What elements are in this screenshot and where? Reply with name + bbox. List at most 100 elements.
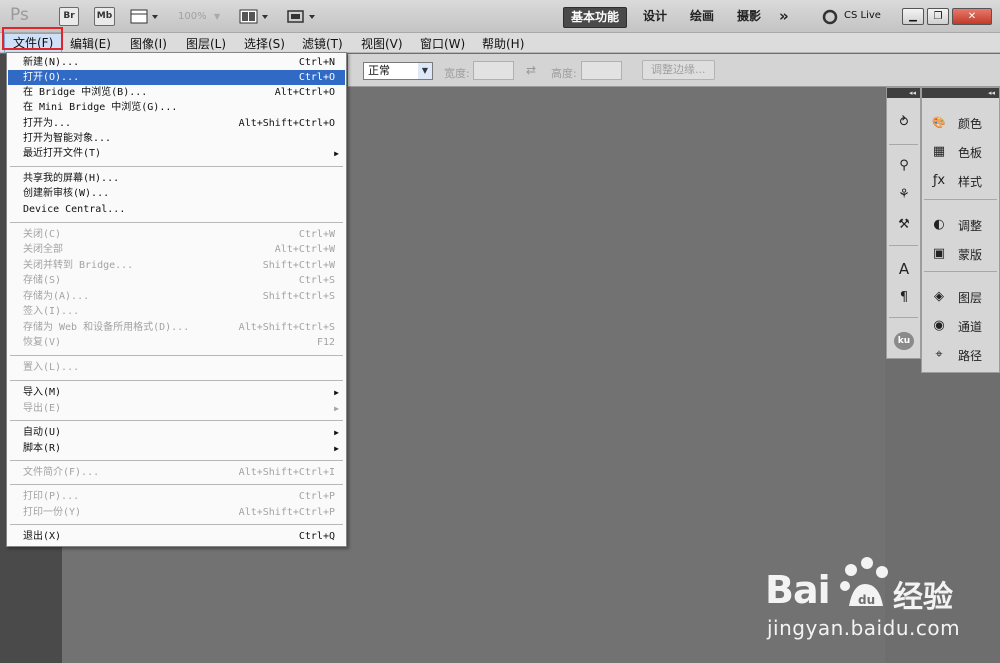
file-dropdown-menu: 新建(N)... Ctrl+N 打开(O)... Ctrl+O 在 Bridge 中浏览… xyxy=(6,52,347,547)
file-menu-item[interactable]: 导入(M) ▶ xyxy=(8,385,345,400)
minimize-button[interactable]: ▁ xyxy=(902,8,924,25)
menu-window[interactable]: 窗口(W) xyxy=(420,35,465,52)
bridge-button[interactable]: Br xyxy=(59,7,79,26)
file-menu-item-label: 恢复(V) xyxy=(23,337,62,348)
panel-tab[interactable]: ⌖ 路径 xyxy=(926,344,998,366)
file-menu-item-label: 创建新审核(W)... xyxy=(23,188,110,199)
file-menu-item[interactable]: 新建(N)... Ctrl+N xyxy=(8,55,345,70)
file-menu-item: 存储(S) Ctrl+S xyxy=(8,273,345,288)
file-menu-item[interactable]: 共享我的屏幕(H)... xyxy=(8,171,345,186)
palette-icon: 🎨 xyxy=(932,116,946,129)
file-menu-item[interactable]: 打开(O)... Ctrl+O xyxy=(8,70,345,85)
baidu-brand-text: Bai xyxy=(765,568,831,612)
close-button[interactable]: ✕ xyxy=(952,8,992,25)
width-label: 宽度: xyxy=(444,67,470,80)
menu-separator xyxy=(10,222,343,223)
photoshop-logo: Ps xyxy=(10,5,29,25)
menu-separator xyxy=(10,524,343,525)
panel-tab[interactable]: ◉ 通道 xyxy=(926,315,998,337)
layers-icon: ◈ xyxy=(934,289,944,304)
file-menu-item-shortcut: Shift+Ctrl+S xyxy=(262,291,335,302)
channels-icon: ◉ xyxy=(933,318,945,333)
file-menu-item: 打印(P)... Ctrl+P xyxy=(8,489,345,504)
clone-source-icon[interactable]: ⚘ xyxy=(895,186,913,204)
menu-image[interactable]: 图像(I) xyxy=(130,35,167,52)
tool-presets-icon[interactable]: ⚒ xyxy=(895,216,913,234)
workspace-essentials[interactable]: 基本功能 xyxy=(563,7,628,28)
file-menu-item-label: 导出(E) xyxy=(23,403,62,414)
file-menu-item-shortcut: F12 xyxy=(316,337,335,348)
file-menu-item: 打印一份(Y) Alt+Shift+Ctrl+P xyxy=(8,505,345,520)
cs-live-icon xyxy=(822,9,838,25)
restore-button[interactable]: ❐ xyxy=(927,8,949,25)
mask-icon: ▣ xyxy=(932,246,946,261)
file-menu-item-label: 打开为... xyxy=(23,118,72,129)
menu-edit[interactable]: 编辑(E) xyxy=(70,35,111,52)
zoom-level[interactable]: 100% xyxy=(178,11,207,22)
file-menu-item-label: 脚本(R) xyxy=(23,443,62,454)
panel-tab[interactable]: ▣ 蒙版 xyxy=(926,243,998,265)
file-menu-item[interactable]: 创建新审核(W)... xyxy=(8,186,345,201)
workspace-photography[interactable]: 摄影 xyxy=(730,7,768,28)
character-icon[interactable]: A xyxy=(895,260,913,278)
file-menu-item[interactable]: 自动(U) ▶ xyxy=(8,425,345,440)
swatches-grid-icon: ▦ xyxy=(932,144,946,159)
panel-tab[interactable]: ƒx 样式 xyxy=(926,170,998,192)
file-menu-item-shortcut: Ctrl+S xyxy=(298,275,335,286)
view-extras-button[interactable] xyxy=(130,8,160,25)
width-field[interactable] xyxy=(473,61,514,80)
panel-tab[interactable]: ◐ 调整 xyxy=(926,214,998,236)
dock-separator xyxy=(889,317,918,318)
panel-tab-label: 颜色 xyxy=(958,117,983,131)
file-menu-item-label: 置入(L)... xyxy=(23,362,80,373)
file-menu-item[interactable]: Device Central... xyxy=(8,202,345,217)
file-menu-item[interactable]: 在 Mini Bridge 中浏览(G)... xyxy=(8,100,345,115)
menu-filter[interactable]: 滤镜(T) xyxy=(302,35,343,52)
menu-separator xyxy=(10,355,343,356)
arrange-documents-button[interactable] xyxy=(239,8,271,25)
history-icon[interactable]: ⥁ xyxy=(895,114,913,132)
brush-presets-icon[interactable]: ⚲ xyxy=(895,157,913,175)
file-menu-item[interactable]: 打开为智能对象... xyxy=(8,131,345,146)
workspace-design[interactable]: 设计 xyxy=(636,7,674,28)
zoom-dropdown-icon[interactable]: ▼ xyxy=(214,12,220,21)
baidu-watermark: Bai du 经验 jingyan.baidu.com xyxy=(765,552,995,647)
paragraph-icon[interactable]: ¶ xyxy=(895,289,913,307)
menu-help[interactable]: 帮助(H) xyxy=(482,35,524,52)
file-menu-item-label: 共享我的屏幕(H)... xyxy=(23,173,120,184)
file-menu-item: 恢复(V) F12 xyxy=(8,335,345,350)
submenu-arrow-icon: ▶ xyxy=(334,388,339,397)
panel-tab[interactable]: ◈ 图层 xyxy=(926,286,998,308)
more-workspaces-button[interactable]: » xyxy=(772,7,796,28)
restore-icon: ❐ xyxy=(933,11,943,22)
panel-tab[interactable]: ▦ 色板 xyxy=(926,141,998,163)
height-field[interactable] xyxy=(581,61,622,80)
kuler-icon[interactable]: ku xyxy=(894,332,914,350)
dock-collapse-arrows[interactable]: ◂◂ xyxy=(887,88,920,98)
refine-edge-button[interactable]: 调整边缘... xyxy=(642,60,715,80)
menu-layer[interactable]: 图层(L) xyxy=(186,35,226,52)
file-menu-item[interactable]: 最近打开文件(T) ▶ xyxy=(8,146,345,161)
panel-tab-label: 图层 xyxy=(958,291,983,305)
file-menu-item[interactable]: 在 Bridge 中浏览(B)... Alt+Ctrl+O xyxy=(8,85,345,100)
file-menu-item[interactable]: 打开为... Alt+Shift+Ctrl+O xyxy=(8,116,345,131)
panel-tab[interactable]: 🎨 颜色 xyxy=(926,112,998,134)
menu-view[interactable]: 视图(V) xyxy=(361,35,403,52)
file-menu-item-shortcut: Ctrl+Q xyxy=(298,531,335,542)
mode-select[interactable]: 正常 ▼ xyxy=(363,62,433,80)
panel-tab-label: 样式 xyxy=(958,175,983,189)
workspace-painting[interactable]: 绘画 xyxy=(683,7,721,28)
screen-mode-button[interactable] xyxy=(286,8,318,25)
dock-collapse-arrows[interactable]: ◂◂ xyxy=(922,88,999,98)
baidu-brand-cn-text: 经验 xyxy=(893,580,953,615)
file-menu-item-shortcut: Ctrl+N xyxy=(298,57,335,68)
panel-tab-label: 蒙版 xyxy=(958,248,983,262)
file-menu-item[interactable]: 脚本(R) ▶ xyxy=(8,441,345,456)
swap-icon[interactable]: ⇄ xyxy=(526,63,536,77)
file-menu-item: 存储为 Web 和设备所用格式(D)... Alt+Shift+Ctrl+S xyxy=(8,320,345,335)
dock-separator xyxy=(924,271,997,272)
dock-separator xyxy=(889,144,918,145)
menu-select[interactable]: 选择(S) xyxy=(244,35,285,52)
file-menu-item[interactable]: 退出(X) Ctrl+Q xyxy=(8,529,345,544)
mini-bridge-button[interactable]: Mb xyxy=(94,7,115,26)
